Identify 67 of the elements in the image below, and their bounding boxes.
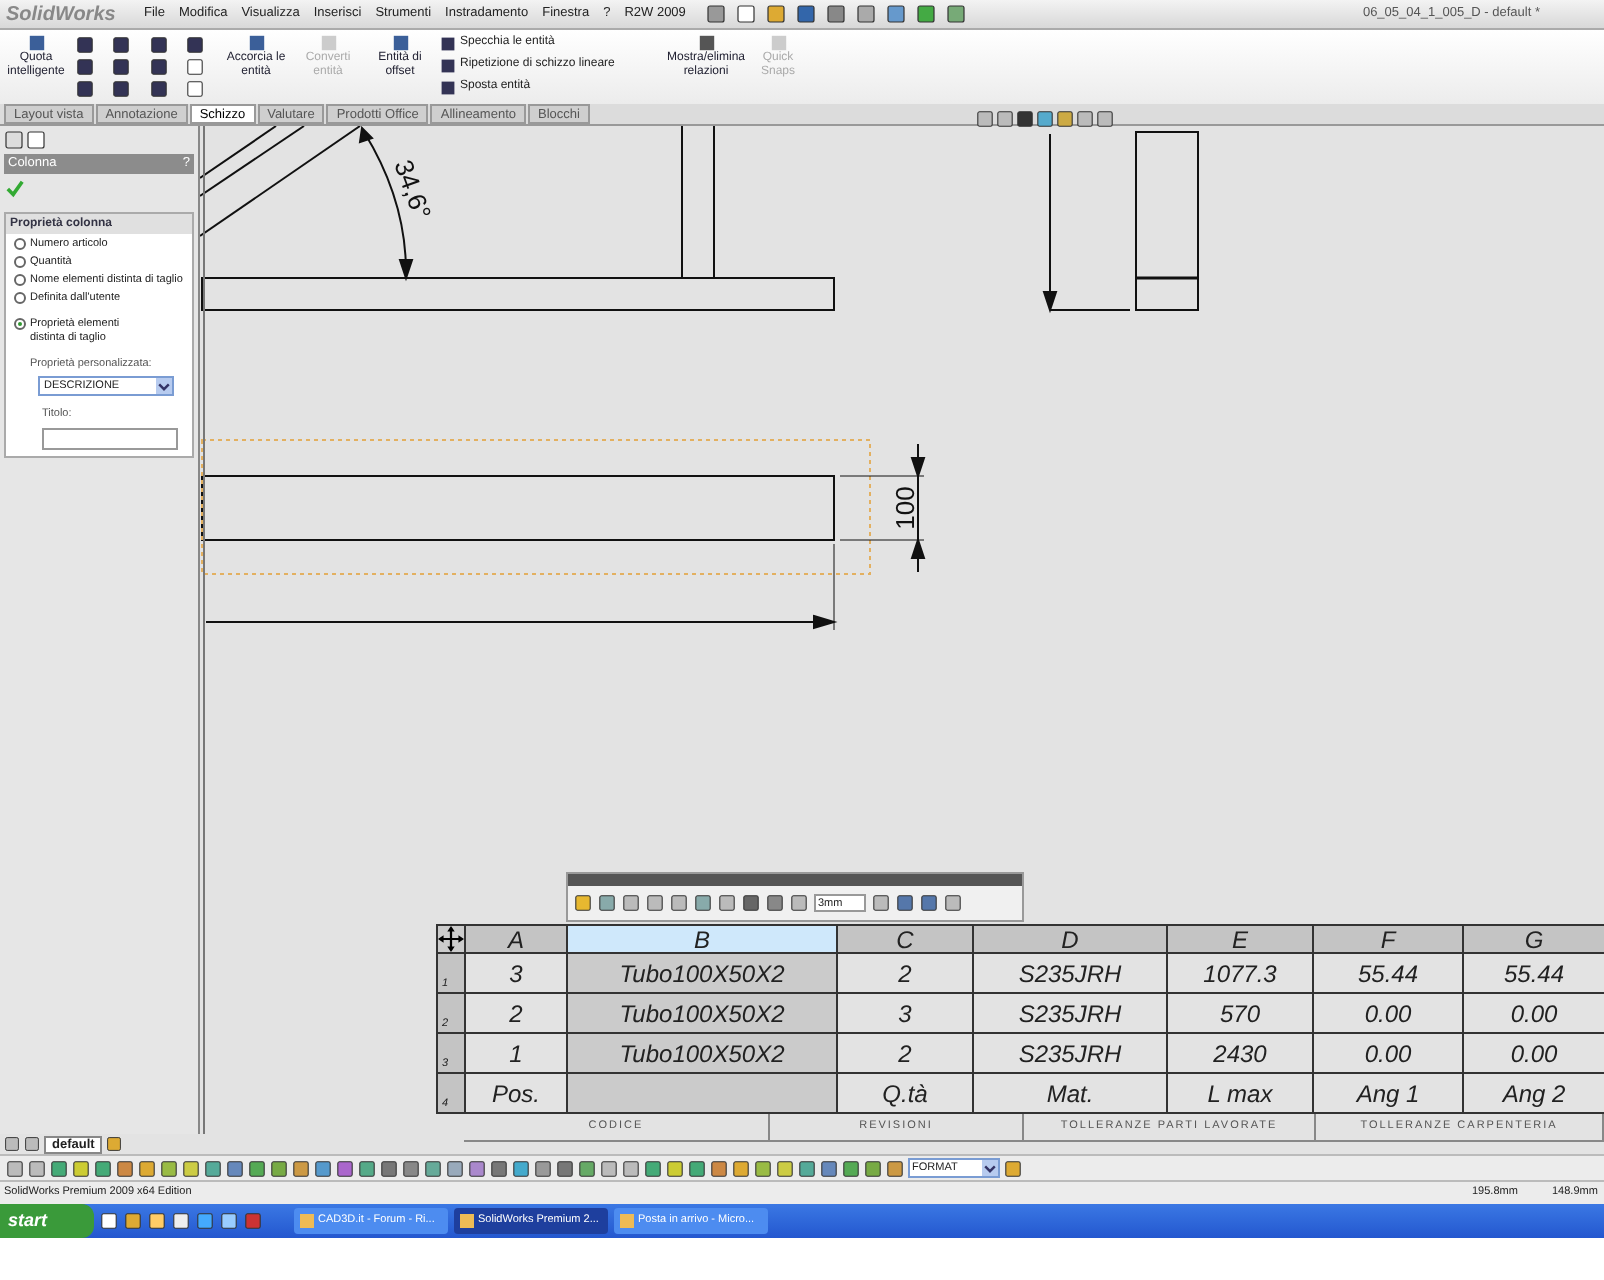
app-icon (620, 1214, 634, 1228)
table-cell: 1077.3 (1168, 954, 1314, 994)
toolbar-icon[interactable] (735, 4, 756, 24)
start-button[interactable]: start (0, 1204, 94, 1238)
toolbar-icon[interactable] (795, 4, 816, 24)
table-cell: Tubo100X50X2 (568, 954, 838, 994)
tool-icon (247, 34, 265, 52)
table-cell: 2430 (1168, 1034, 1314, 1074)
toolbar-icon[interactable] (885, 4, 906, 24)
column-header[interactable]: E (1168, 926, 1314, 954)
toolbar-icon[interactable] (705, 4, 726, 24)
table-cell: L max (1168, 1074, 1314, 1114)
tool-icon (391, 34, 409, 52)
move-handle-icon[interactable] (438, 926, 466, 954)
radio-button[interactable] (14, 292, 26, 304)
table-cell: Q.tà (838, 1074, 974, 1114)
table-cell: Ang 1 (1314, 1074, 1464, 1114)
table-cell: 0.00 (1314, 1034, 1464, 1074)
height-dimension: 100 (890, 486, 920, 530)
column-header[interactable]: G (1464, 926, 1604, 954)
table-cell: 3 (838, 994, 974, 1034)
table-cell: 2 (466, 994, 568, 1034)
radio-button[interactable] (14, 256, 26, 268)
dropdown-icon (156, 378, 172, 395)
properties-icon[interactable] (26, 130, 46, 150)
table-cell: 2 (838, 954, 974, 994)
layer-icon[interactable] (1004, 1159, 1022, 1177)
table-cell: Pos. (466, 1074, 568, 1114)
title-input[interactable] (42, 427, 178, 449)
table-cell: 1 (466, 1034, 568, 1074)
ok-check-icon[interactable] (6, 180, 24, 198)
toolbar-icon[interactable] (825, 4, 846, 24)
toolbar-icon[interactable] (915, 4, 936, 24)
add-sheet-icon[interactable] (106, 1136, 123, 1152)
toolbar-icon[interactable] (855, 4, 876, 24)
table-cell: 3 (466, 954, 568, 994)
tree-icon[interactable] (4, 130, 24, 150)
table-cell: S235JRH (974, 1034, 1168, 1074)
dropdown-icon (982, 1160, 998, 1176)
radio-button[interactable] (14, 238, 26, 250)
tool-icon (27, 34, 45, 52)
angle-dimension: 34,6° (388, 155, 438, 224)
table-cell: Tubo100X50X2 (568, 1034, 838, 1074)
radio-button[interactable] (14, 274, 26, 286)
column-header[interactable]: F (1314, 926, 1464, 954)
height-dimension-line (839, 443, 926, 573)
radio-button[interactable] (14, 318, 26, 330)
table-cell: 55.44 (1314, 954, 1464, 994)
tool-icon (769, 34, 787, 52)
app-icon (460, 1214, 474, 1228)
table-cell: 0.00 (1314, 994, 1464, 1034)
toolbar-icon[interactable] (945, 4, 966, 24)
table-cell: 2 (838, 1034, 974, 1074)
column-header[interactable]: D (974, 926, 1168, 954)
table-cell: Mat. (974, 1074, 1168, 1114)
tool-icon (697, 34, 715, 52)
table-cell: S235JRH (974, 954, 1168, 994)
table-cell: 570 (1168, 994, 1314, 1034)
app-icon (300, 1214, 314, 1228)
column-header[interactable]: C (838, 926, 974, 954)
column-header[interactable]: B (568, 926, 838, 954)
toolbar-icon[interactable] (765, 4, 786, 24)
column-header[interactable]: A (466, 926, 568, 954)
app-logo: SolidWorks (4, 1, 118, 29)
table-cell: Tubo100X50X2 (568, 994, 838, 1034)
tool-icon (319, 34, 337, 52)
table-cell: S235JRH (974, 994, 1168, 1034)
